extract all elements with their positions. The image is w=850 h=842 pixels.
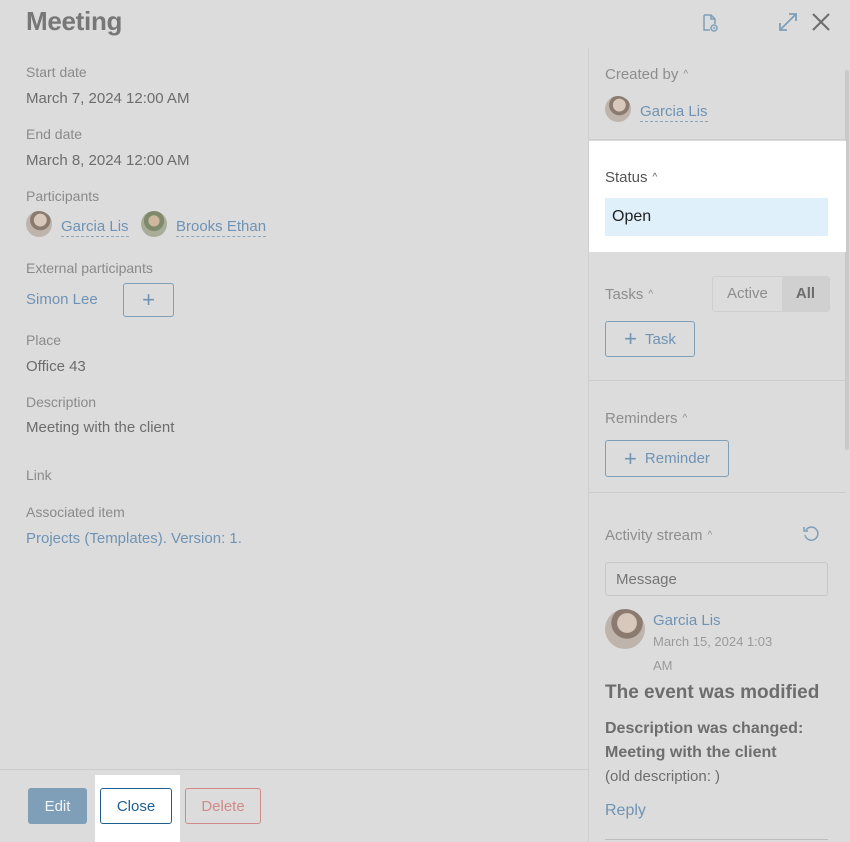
participants-label: Participants [26, 188, 100, 204]
place-label: Place [26, 332, 62, 348]
reply-link[interactable]: Reply [605, 802, 646, 820]
status-label: Status [605, 169, 648, 186]
created-by-header[interactable]: Created by ^ [605, 66, 688, 83]
add-reminder-button[interactable]: + Reminder [605, 440, 729, 477]
tasks-label: Tasks [605, 286, 644, 303]
activity-stream-header[interactable]: Activity stream ^ [605, 527, 712, 544]
footer-divider [0, 769, 588, 770]
link-label: Link [26, 467, 52, 483]
add-reminder-label: Reminder [644, 450, 710, 467]
close-icon[interactable] [811, 12, 831, 32]
add-task-button[interactable]: + Task [605, 321, 695, 357]
place-value: Office 43 [26, 358, 86, 375]
caret-up-icon: ^ [652, 172, 658, 183]
activity-date: March 15, 2024 1:03 [653, 634, 773, 649]
page-title: Meeting [26, 6, 123, 36]
creator-link[interactable]: Garcia Lis [640, 103, 708, 122]
reminders-label: Reminders [605, 410, 678, 427]
add-task-label: Task [645, 330, 676, 348]
participant-link[interactable]: Garcia Lis [61, 218, 129, 237]
filter-all-tab[interactable]: All [781, 277, 830, 311]
tasks-header[interactable]: Tasks ^ [605, 286, 653, 303]
status-badge[interactable]: Open [605, 198, 828, 236]
status-header[interactable]: Status ^ [605, 169, 657, 186]
add-external-participant-button[interactable]: + [123, 283, 174, 317]
caret-up-icon: ^ [682, 413, 688, 424]
caret-up-icon: ^ [707, 530, 713, 541]
external-participants-label: External participants [26, 260, 153, 276]
tasks-filter: Active All [712, 276, 831, 312]
caret-up-icon: ^ [683, 69, 689, 80]
activity-change-value: Meeting with the client [605, 744, 777, 761]
message-input[interactable] [605, 562, 828, 596]
section-divider [589, 380, 846, 381]
external-participant-link[interactable]: Simon Lee [26, 291, 98, 308]
description-label: Description [26, 394, 97, 410]
close-button[interactable]: Close [100, 788, 172, 824]
activity-author-link[interactable]: Garcia Lis [653, 612, 721, 629]
section-divider [589, 139, 846, 140]
delete-button[interactable]: Delete [185, 788, 261, 824]
caret-up-icon: ^ [648, 289, 654, 300]
section-divider [589, 492, 846, 493]
created-by-label: Created by [605, 66, 679, 83]
description-value: Meeting with the client [26, 419, 175, 436]
reminders-header[interactable]: Reminders ^ [605, 410, 687, 427]
plus-icon: + [624, 445, 637, 471]
associated-item-label: Associated item [26, 504, 125, 520]
avatar [605, 96, 631, 122]
avatar [26, 211, 52, 237]
filter-active-tab[interactable]: Active [713, 277, 782, 311]
activity-stream-label: Activity stream [605, 527, 703, 544]
expand-icon[interactable] [777, 11, 799, 33]
associated-item-link[interactable]: Projects (Templates). Version: 1. [26, 530, 242, 547]
edit-button[interactable]: Edit [28, 788, 87, 824]
scrollbar[interactable] [845, 70, 849, 450]
activity-divider [605, 839, 828, 840]
end-date-label: End date [26, 126, 83, 142]
activity-date-continued: AM [653, 658, 673, 673]
start-date-label: Start date [26, 64, 87, 80]
activity-old-value: (old description: ) [605, 768, 721, 785]
plus-icon: + [142, 287, 155, 312]
end-date-value: March 8, 2024 12:00 AM [26, 152, 190, 169]
activity-change-title: Description was changed: [605, 720, 804, 737]
document-settings-icon[interactable] [701, 13, 719, 33]
plus-icon: + [624, 326, 637, 351]
participant-link[interactable]: Brooks Ethan [176, 218, 267, 237]
avatar [141, 211, 167, 237]
activity-headline: The event was modified [605, 682, 820, 703]
refresh-icon[interactable] [802, 525, 820, 543]
start-date-value: March 7, 2024 12:00 AM [26, 90, 190, 107]
avatar [605, 609, 645, 649]
